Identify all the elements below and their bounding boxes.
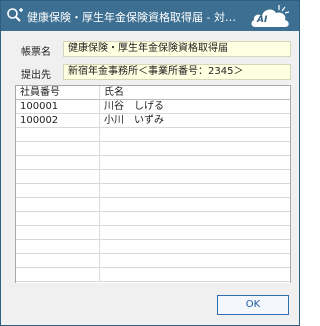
report-name-label: 帳票名: [21, 47, 51, 58]
employee-id-cell: 100001: [16, 100, 100, 114]
dialog-content: 帳票名 健康保険・厚生年金保険資格取得届 提出先 新宿年金事務所＜事業所番号：2…: [1, 31, 299, 325]
empty-row: [16, 226, 290, 240]
destination-field: 新宿年金事務所＜事業所番号：2345＞: [63, 64, 291, 80]
empty-cell: [16, 254, 100, 268]
empty-cell: [16, 240, 100, 254]
empty-row: [16, 268, 290, 282]
empty-row: [16, 128, 290, 142]
empty-cell: [16, 184, 100, 198]
empty-cell: [16, 198, 100, 212]
empty-cell: [16, 128, 100, 142]
table-row[interactable]: 100001 川谷 しげる: [16, 100, 290, 114]
empty-row: [16, 142, 290, 156]
empty-row: [16, 170, 290, 184]
column-header-employee-id[interactable]: 社員番号: [16, 86, 100, 100]
empty-row: [16, 212, 290, 226]
empty-cell: [16, 212, 100, 226]
column-header-name[interactable]: 氏名: [100, 86, 290, 100]
empty-cell: [16, 226, 100, 240]
report-name-field: 健康保険・厚生年金保険資格取得届: [63, 41, 291, 57]
ai-assistant-icon: AI: [249, 3, 293, 29]
empty-cell: [16, 142, 100, 156]
empty-row: [16, 156, 290, 170]
empty-row: [16, 198, 290, 212]
window-title: 健康保険・厚生年金保険資格取得届 - 対象者…: [27, 11, 245, 24]
dialog-footer: OK: [1, 283, 299, 325]
empty-cell: [16, 268, 100, 282]
employee-name-cell: 川谷 しげる: [104, 101, 164, 112]
ai-badge-text: AI: [257, 15, 268, 25]
empty-row: [16, 184, 290, 198]
search-add-icon: [6, 7, 24, 25]
employee-id-cell: 100002: [16, 114, 100, 128]
employee-name-cell: 小川 いずみ: [104, 115, 164, 126]
destination-label: 提出先: [21, 70, 51, 81]
empty-cell: [16, 170, 100, 184]
table-header: 社員番号 氏名: [16, 86, 290, 100]
empty-row: [16, 240, 290, 254]
title-bar[interactable]: 健康保険・厚生年金保険資格取得届 - 対象者… AI: [1, 1, 299, 31]
empty-cell: [16, 156, 100, 170]
dialog-window: 健康保険・厚生年金保険資格取得届 - 対象者… AI 帳票名 健康保険・厚生年金…: [0, 0, 300, 326]
ok-button[interactable]: OK: [217, 295, 289, 315]
employee-table[interactable]: 社員番号 氏名 100001 川谷 しげる 100002 小川 いずみ: [15, 85, 291, 291]
table-row[interactable]: 100002 小川 いずみ: [16, 114, 290, 128]
empty-row: [16, 254, 290, 268]
